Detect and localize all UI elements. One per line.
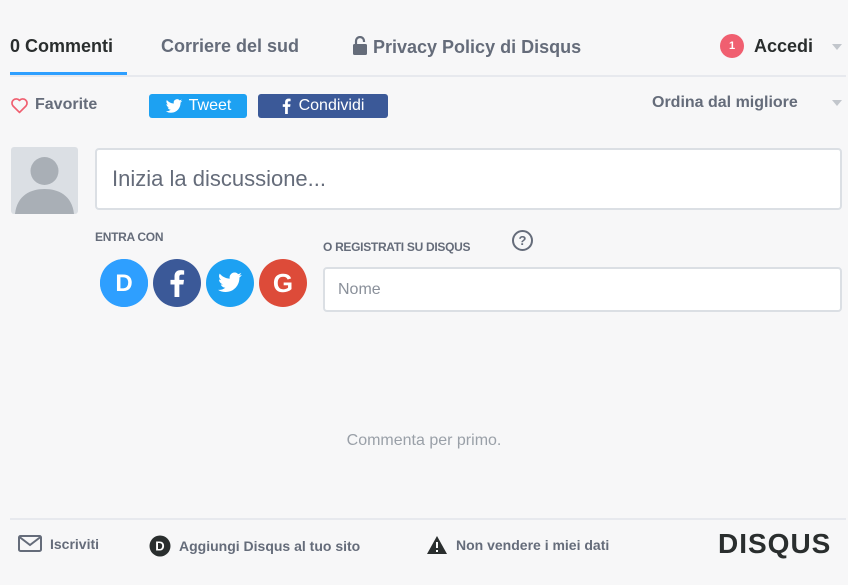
thread-nav: 0 Commenti Corriere del sud Privacy Poli…	[0, 0, 848, 77]
heart-icon	[11, 97, 28, 113]
login-label: Accedi	[754, 36, 814, 56]
svg-text:D: D	[115, 270, 132, 297]
login-with-label: ENTRA CON	[95, 230, 164, 244]
avatar	[11, 147, 78, 214]
composer-placeholder: Inizia la discussione...	[112, 166, 326, 191]
tweet-label: Tweet	[188, 97, 232, 114]
google-icon: G	[273, 268, 293, 298]
user-silhouette-icon	[15, 157, 74, 214]
subscribe-label: Iscriviti	[50, 535, 100, 552]
nav-divider	[10, 75, 846, 77]
name-input[interactable]	[323, 267, 842, 312]
svg-text:D: D	[155, 539, 164, 554]
comment-composer[interactable]: Inizia la discussione...	[95, 148, 842, 210]
tab-privacy-policy[interactable]: Privacy Policy di Disqus	[353, 36, 581, 58]
favorite-button[interactable]: Favorite	[10, 96, 97, 114]
login-facebook-button[interactable]	[153, 259, 201, 307]
notification-badge[interactable]: 1	[720, 34, 744, 58]
share-facebook-button[interactable]: Condividi	[258, 94, 388, 118]
login-menu[interactable]: Accedi	[754, 36, 813, 57]
login-twitter-button[interactable]	[206, 259, 254, 307]
twitter-icon	[218, 272, 242, 292]
share-label: Condividi	[298, 97, 365, 114]
favorite-label: Favorite	[35, 96, 98, 113]
facebook-f-icon	[282, 98, 291, 114]
footer-divider	[10, 518, 846, 520]
help-icon[interactable]: ?	[512, 230, 533, 251]
comments-count-label: 0 Commenti	[10, 36, 114, 56]
do-not-sell-link[interactable]: Non vendere i miei dati	[426, 535, 609, 555]
tab-comments[interactable]: 0 Commenti	[10, 36, 113, 57]
add-disqus-label: Aggiungi Disqus al tuo sito	[179, 538, 361, 554]
facebook-icon	[170, 270, 185, 297]
login-google-button[interactable]: G	[259, 259, 307, 307]
disqus-icon: D	[100, 259, 148, 307]
empty-state-message: Commenta per primo.	[346, 432, 502, 449]
login-caret-icon[interactable]	[832, 44, 842, 50]
register-label: O REGISTRATI SU DISQUS	[323, 240, 471, 254]
sort-caret-icon[interactable]	[832, 100, 842, 106]
disqus-logo[interactable]: DISQUS	[718, 528, 831, 560]
privacy-label: Privacy Policy di Disqus	[373, 37, 582, 57]
sort-dropdown[interactable]: Ordina dal migliore	[652, 94, 798, 112]
tab-community[interactable]: Corriere del sud	[161, 36, 299, 57]
disqus-logo-icon: D	[149, 535, 171, 557]
sort-label: Ordina dal migliore	[652, 94, 798, 111]
svg-text:G: G	[273, 268, 293, 298]
tweet-button[interactable]: Tweet	[149, 94, 247, 118]
disqus-thread: 0 Commenti Corriere del sud Privacy Poli…	[0, 0, 848, 585]
twitter-bird-icon	[165, 98, 182, 113]
envelope-icon	[18, 535, 42, 552]
subscribe-link[interactable]: Iscriviti	[18, 535, 99, 552]
do-not-sell-label: Non vendere i miei dati	[456, 537, 610, 553]
add-disqus-link[interactable]: D Aggiungi Disqus al tuo sito	[149, 535, 360, 557]
community-label: Corriere del sud	[161, 36, 300, 56]
warning-icon	[427, 536, 447, 554]
login-disqus-button[interactable]: D	[100, 259, 148, 307]
lock-icon	[353, 36, 367, 55]
